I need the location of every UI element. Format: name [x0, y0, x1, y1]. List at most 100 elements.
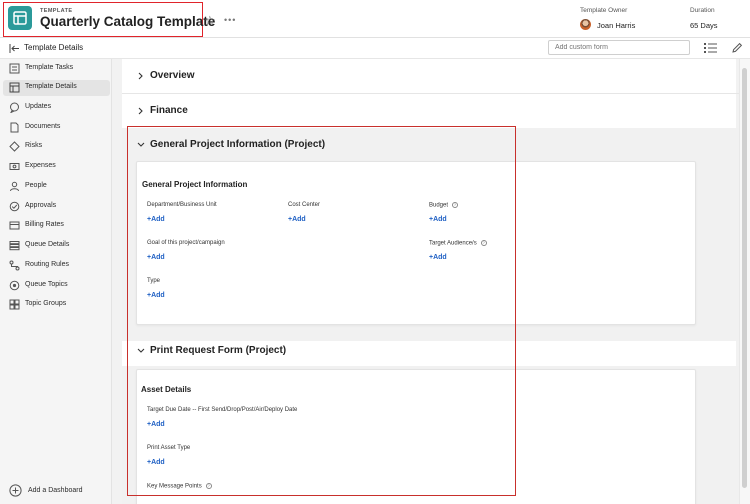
sidebar-item-queue-details[interactable]: Queue Details [3, 238, 110, 254]
left-sidebar: Template Tasks Template Details Updates … [0, 59, 112, 504]
key-points-label-text: Key Message Points [147, 483, 202, 490]
sidebar-item-label: Template Details [25, 83, 77, 90]
sidebar-item-billing-rates[interactable]: Billing Rates [3, 218, 110, 234]
sidebar-item-routing-rules[interactable]: Routing Rules [3, 258, 110, 274]
duration-label: Duration [690, 7, 715, 14]
sidebar-item-label: Approvals [25, 202, 57, 209]
people-icon [10, 181, 19, 192]
sidebar-item-label: Documents [25, 123, 61, 130]
sidebar-item-label: Queue Topics [25, 281, 68, 288]
sidebar-item-approvals[interactable]: Approvals [3, 199, 110, 215]
sidebar-item-people[interactable]: People [3, 179, 110, 195]
document-icon [10, 122, 19, 133]
field-label-department: Department/Business Unit [147, 202, 217, 208]
sidebar-item-label: Billing Rates [25, 221, 64, 228]
collapse-sidebar-icon[interactable] [9, 43, 20, 54]
sidebar-item-risks[interactable]: Risks [3, 139, 110, 155]
template-owner-label: Template Owner [580, 7, 628, 14]
sidebar-item-documents[interactable]: Documents [3, 120, 110, 136]
queue-icon [9, 241, 20, 251]
details-icon [9, 82, 20, 93]
chevron-down-icon [137, 142, 145, 147]
plus-circle-icon [9, 484, 22, 497]
field-label-asset-type: Print Asset Type [147, 445, 191, 451]
field-label-key-points: Key Message Points? [147, 483, 212, 490]
risk-icon [9, 141, 20, 152]
info-icon[interactable]: ? [452, 202, 459, 208]
add-asset-type-link[interactable]: +Add [147, 459, 165, 466]
add-custom-form-input[interactable] [548, 40, 690, 55]
sidebar-item-label: Queue Details [25, 241, 70, 248]
chevron-right-icon [138, 72, 143, 80]
groups-icon [9, 299, 20, 310]
section-overview-title: Overview [150, 70, 195, 81]
sidebar-item-label: Template Tasks [25, 64, 74, 71]
sidebar-item-label: People [25, 182, 47, 189]
section-finance-title: Finance [150, 105, 188, 116]
topics-icon [9, 280, 20, 291]
section-general-header[interactable]: General Project Information (Project) [122, 133, 732, 158]
more-options-icon[interactable]: ••• [224, 15, 236, 25]
billing-icon [9, 221, 20, 230]
budget-label-text: Budget [429, 202, 449, 209]
add-budget-link[interactable]: +Add [429, 216, 447, 223]
section-title: Template Details [24, 43, 84, 52]
section-general-title: General Project Information (Project) [150, 139, 326, 150]
sidebar-item-updates[interactable]: Updates [3, 100, 110, 116]
edit-icon[interactable] [731, 42, 743, 54]
add-type-link[interactable]: +Add [147, 292, 165, 299]
field-label-due-date: Target Due Date -- First Send/Drop/Post/… [147, 407, 298, 413]
section-print-header[interactable]: Print Request Form (Project) [122, 339, 732, 364]
sidebar-item-queue-topics[interactable]: Queue Topics [3, 278, 110, 294]
card-title: Asset Details [141, 385, 192, 394]
section-finance-header[interactable]: Finance [122, 99, 732, 124]
field-label-type: Type [147, 278, 161, 284]
sidebar-item-template-tasks[interactable]: Template Tasks [3, 61, 110, 77]
sidebar-item-label: Risks [25, 142, 43, 149]
scrollbar-thumb[interactable] [742, 68, 747, 488]
template-owner-name[interactable]: Joan Harris [597, 21, 635, 30]
field-label-cost-center: Cost Center [288, 202, 321, 208]
chevron-right-icon [138, 107, 143, 115]
general-info-card: General Project Information Department/B… [136, 161, 696, 325]
section-print-title: Print Request Form (Project) [150, 345, 287, 356]
avatar[interactable] [580, 19, 591, 30]
add-goal-link[interactable]: +Add [147, 254, 165, 261]
expenses-icon [9, 163, 20, 170]
sidebar-item-label: Routing Rules [25, 261, 69, 268]
duration-value: 65 Days [690, 21, 718, 30]
sidebar-item-label: Topic Groups [25, 300, 67, 307]
field-label-audience: Target Audience/s? [429, 240, 487, 247]
add-due-date-link[interactable]: +Add [147, 421, 165, 428]
chat-icon [10, 102, 19, 113]
page-title[interactable]: Quarterly Catalog Template [40, 14, 215, 29]
field-label-budget: Budget? [429, 202, 459, 209]
add-dashboard-button[interactable]: Add a Dashboard [9, 484, 114, 498]
sidebar-item-label: Updates [25, 103, 52, 110]
sidebar-item-template-details[interactable]: Template Details [3, 80, 110, 96]
star-icon[interactable]: ☆ [204, 14, 216, 27]
routing-icon [9, 260, 20, 271]
divider [122, 93, 739, 94]
tasks-icon [9, 63, 20, 74]
add-department-link[interactable]: +Add [147, 216, 165, 223]
list-view-icon[interactable] [704, 42, 717, 54]
add-cost-center-link[interactable]: +Add [288, 216, 306, 223]
approval-icon [9, 201, 20, 212]
sidebar-item-expenses[interactable]: Expenses [3, 159, 110, 175]
add-audience-link[interactable]: +Add [429, 254, 447, 261]
section-overview-header[interactable]: Overview [122, 64, 732, 89]
chevron-down-icon [137, 348, 145, 353]
field-label-goal: Goal of this project/campaign [147, 240, 225, 246]
card-title: General Project Information [142, 180, 248, 189]
info-icon[interactable]: ? [480, 240, 487, 246]
sub-header: Template Details [0, 38, 750, 59]
info-icon[interactable]: ? [205, 483, 212, 489]
asset-details-card: Asset Details Target Due Date -- First S… [136, 369, 696, 504]
audience-label-text: Target Audience/s [429, 240, 477, 247]
sidebar-item-topic-groups[interactable]: Topic Groups [3, 297, 110, 313]
template-app-icon [8, 6, 32, 30]
top-header: TEMPLATE Quarterly Catalog Template ☆ ••… [0, 0, 750, 38]
add-dashboard-label: Add a Dashboard [28, 487, 83, 494]
sidebar-item-label: Expenses [25, 162, 56, 169]
